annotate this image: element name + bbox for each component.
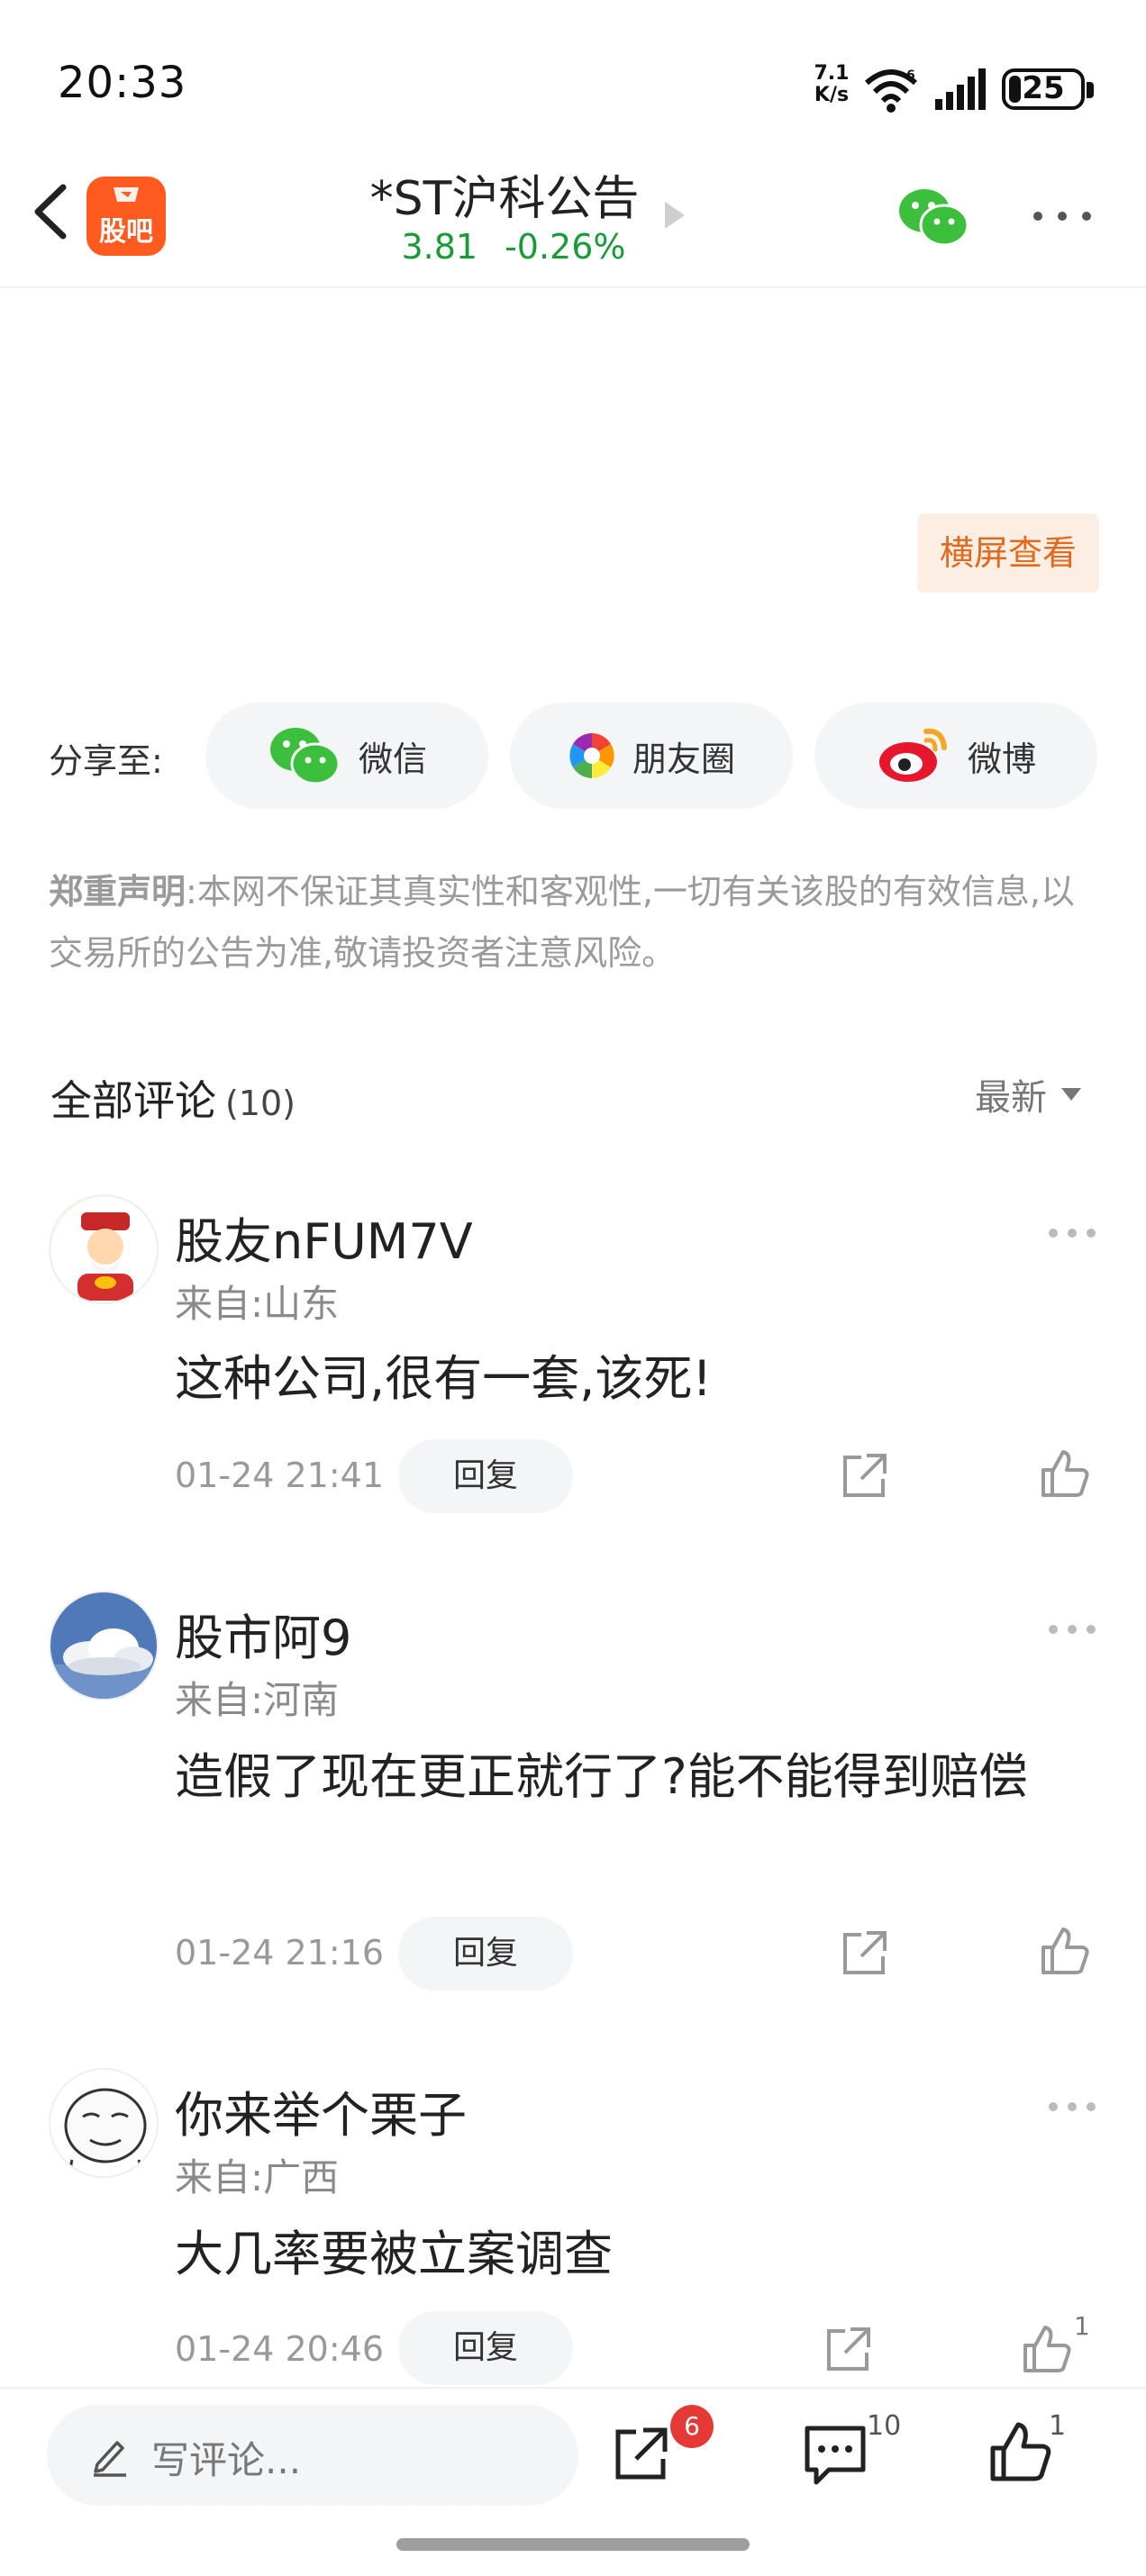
more-options-icon[interactable] bbox=[1031, 205, 1094, 227]
status-time: 20:33 bbox=[58, 58, 187, 108]
weibo-icon bbox=[878, 728, 947, 782]
net-speed-unit: K/s bbox=[814, 84, 850, 106]
home-indicator[interactable] bbox=[396, 2538, 750, 2551]
share-weibo-label: 微博 bbox=[967, 739, 1036, 779]
battery-level: 25 bbox=[1022, 70, 1065, 106]
wifi-icon: 6 bbox=[865, 68, 917, 113]
more-options-icon[interactable] bbox=[1047, 1227, 1097, 1239]
comment-location: 来自:广西 bbox=[175, 2155, 340, 2200]
thumbs-up-icon[interactable] bbox=[1038, 1924, 1092, 1978]
signal-icon bbox=[935, 68, 986, 110]
header-divider bbox=[0, 286, 1146, 288]
comment-input-placeholder: 写评论... bbox=[151, 2438, 302, 2482]
like-count: 1 bbox=[1049, 2410, 1067, 2442]
svg-text:6: 6 bbox=[906, 68, 915, 83]
share-icon[interactable] bbox=[838, 1926, 892, 1980]
wechat-icon bbox=[269, 728, 341, 785]
stock-change: -0.26% bbox=[505, 227, 626, 267]
sort-label: 最新 bbox=[975, 1077, 1047, 1119]
comment-time: 01-24 21:41 bbox=[175, 1456, 385, 1495]
share-icon[interactable] bbox=[822, 2322, 876, 2376]
page-title[interactable]: *ST沪科公告 bbox=[315, 160, 694, 228]
comments-title: 全部评论 bbox=[50, 1076, 216, 1125]
comment-count: 10 bbox=[867, 2410, 902, 2442]
comment-time: 01-24 20:46 bbox=[175, 2329, 385, 2369]
guba-logo[interactable]: 股吧 bbox=[86, 177, 166, 256]
avatar-caishen-image bbox=[51, 1197, 157, 1302]
avatar[interactable] bbox=[49, 1591, 159, 1701]
comment-content: 大几率要被立案调查 bbox=[175, 2226, 613, 2282]
disclaimer-title: 郑重声明 bbox=[49, 872, 186, 912]
reply-button[interactable]: 回复 bbox=[398, 1439, 573, 1513]
share-label: 分享至: bbox=[49, 741, 163, 781]
share-moments-button[interactable]: 朋友圈 bbox=[510, 703, 793, 809]
share-wechat-button[interactable]: 微信 bbox=[205, 703, 488, 809]
thumbs-up-icon[interactable] bbox=[1020, 2322, 1074, 2376]
share-moments-label: 朋友圈 bbox=[632, 739, 735, 779]
share-count-badge: 6 bbox=[670, 2405, 714, 2448]
reply-button[interactable]: 回复 bbox=[398, 1917, 573, 1991]
comments-count: (10) bbox=[225, 1084, 296, 1123]
sort-dropdown[interactable]: 最新 bbox=[975, 1068, 1081, 1120]
caret-down-icon bbox=[1061, 1088, 1081, 1101]
comment-input[interactable]: 写评论... bbox=[47, 2405, 578, 2506]
landscape-view-button[interactable]: 横屏查看 bbox=[917, 513, 1099, 593]
logo-text: 股吧 bbox=[99, 216, 153, 248]
comment-location: 来自:河南 bbox=[175, 1678, 340, 1722]
share-icon[interactable] bbox=[838, 1448, 892, 1502]
pen-icon bbox=[94, 2441, 126, 2477]
avatar[interactable] bbox=[49, 1194, 159, 1304]
avatar-cloud-image bbox=[50, 1592, 157, 1699]
comment-content: 造假了现在更正就行了?能不能得到赔偿 bbox=[175, 1748, 1028, 1805]
avatar-meme-face-image bbox=[50, 2070, 157, 2176]
share-weibo-button[interactable]: 微博 bbox=[814, 703, 1097, 809]
stock-quote: 3.81 -0.26% bbox=[378, 227, 649, 267]
logo-bag-icon bbox=[114, 187, 139, 202]
battery-tip bbox=[1087, 82, 1094, 98]
share-wechat-label: 微信 bbox=[358, 739, 427, 779]
thumbs-up-icon[interactable] bbox=[1038, 1447, 1092, 1501]
comment-like-count: 1 bbox=[1074, 2311, 1090, 2341]
more-options-icon[interactable] bbox=[1047, 2100, 1097, 2113]
moments-icon bbox=[568, 733, 614, 778]
disclaimer: 郑重声明:本网不保证其真实性和客观性,一切有关该股的有效信息,以交易所的公告为准… bbox=[49, 861, 1103, 984]
comment-time: 01-24 21:16 bbox=[175, 1933, 385, 1973]
battery-indicator: 25 bbox=[1002, 68, 1085, 110]
stock-price: 3.81 bbox=[401, 227, 478, 267]
avatar[interactable] bbox=[49, 2068, 159, 2178]
triangle-right-icon[interactable] bbox=[663, 200, 687, 231]
comment-username[interactable]: 你来举个栗子 bbox=[175, 2075, 467, 2146]
net-speed-value: 7.1 bbox=[814, 62, 850, 85]
reply-button[interactable]: 回复 bbox=[398, 2311, 573, 2385]
wechat-icon[interactable] bbox=[897, 186, 969, 249]
comment-icon[interactable] bbox=[802, 2423, 869, 2488]
share-icon[interactable] bbox=[609, 2421, 674, 2486]
bottom-divider bbox=[0, 2387, 1146, 2389]
disclaimer-text: :本网不保证其真实性和客观性,一切有关该股的有效信息,以交易所的公告为准,敬请投… bbox=[49, 872, 1075, 973]
comment-location: 来自:山东 bbox=[175, 1282, 340, 1326]
more-options-icon[interactable] bbox=[1047, 1623, 1097, 1636]
comment-username[interactable]: 股友nFUM7V bbox=[175, 1202, 473, 1273]
back-button[interactable] bbox=[25, 180, 79, 243]
comments-heading: 全部评论 (10) bbox=[50, 1068, 296, 1128]
comment-content: 这种公司,很有一套,该死! bbox=[175, 1350, 712, 1407]
comment-username[interactable]: 股市阿9 bbox=[175, 1598, 351, 1669]
network-speed: 7.1 K/s bbox=[809, 63, 854, 106]
thumbs-up-icon[interactable] bbox=[987, 2419, 1054, 2484]
